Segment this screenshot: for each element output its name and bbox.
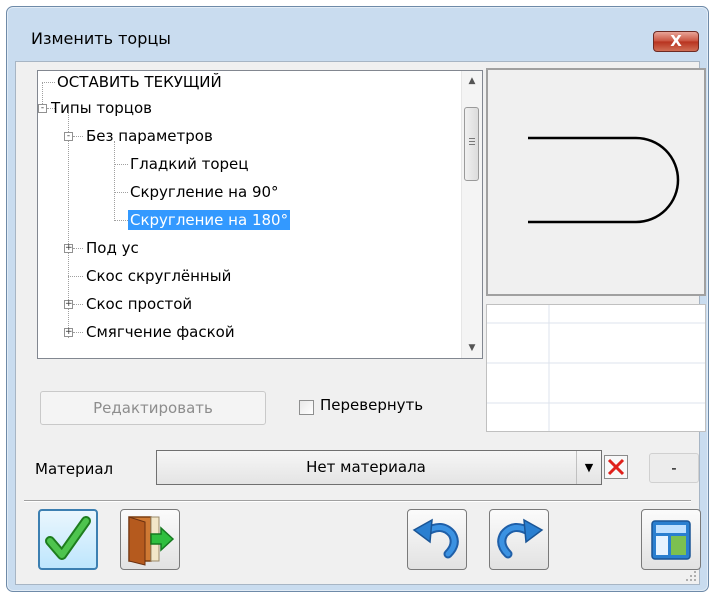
end-profile-preview	[486, 68, 706, 296]
tree-item-label: Без параметров	[86, 127, 213, 145]
dropdown-arrow-icon[interactable]: ▼	[576, 451, 601, 484]
exit-door-icon	[128, 516, 175, 566]
tree-item-label: Скос скруглённый	[86, 267, 232, 285]
material-label: Материал	[35, 460, 114, 478]
flip-checkbox[interactable]	[299, 400, 314, 415]
tree-connector	[114, 192, 128, 193]
material-preview-grid	[486, 304, 706, 432]
tree-connector	[73, 304, 83, 305]
red-x-icon	[607, 458, 625, 476]
tree-item-label: ОСТАВИТЬ ТЕКУЩИЙ	[57, 73, 222, 91]
tree-connector	[73, 332, 83, 333]
expand-icon[interactable]: +	[64, 300, 73, 309]
grip-line	[469, 138, 475, 139]
tree-item-smooth-end[interactable]: Гладкий торец	[130, 153, 249, 175]
tree-item-round-180[interactable]: Скругление на 180°	[128, 209, 291, 231]
tree-connector	[114, 164, 128, 165]
material-value: Нет материала	[306, 458, 426, 476]
tree-connector	[73, 248, 83, 249]
tree-connector	[114, 141, 115, 221]
expand-icon[interactable]: +	[64, 328, 73, 337]
material-extra-button[interactable]: -	[649, 453, 699, 483]
layout-button[interactable]	[641, 509, 701, 570]
tree-item-label: Скругление на 90°	[130, 183, 279, 201]
undo-button[interactable]	[407, 509, 467, 570]
grip-line	[469, 141, 475, 142]
close-icon: X	[670, 32, 682, 50]
exit-button[interactable]	[120, 509, 180, 570]
scroll-up-icon[interactable]: ▲	[462, 71, 482, 91]
separator	[24, 500, 691, 502]
expand-icon[interactable]: +	[64, 244, 73, 253]
tree-connector	[68, 276, 83, 277]
end-types-tree[interactable]: - - + + + ОСТАВИТЬ ТЕКУЩИЙ Типы торцов Б…	[37, 70, 483, 359]
tree-item-simple-bevel[interactable]: Скос простой	[86, 293, 192, 315]
scroll-down-icon[interactable]: ▼	[462, 338, 482, 358]
tree-item-round-90[interactable]: Скругление на 90°	[130, 181, 279, 203]
dialog-body: - - + + + ОСТАВИТЬ ТЕКУЩИЙ Типы торцов Б…	[15, 61, 706, 585]
tree-item-end-types[interactable]: Типы торцов	[51, 97, 152, 119]
material-select[interactable]: Нет материала ▼	[156, 450, 602, 485]
tree-item-round-bevel[interactable]: Скос скруглённый	[86, 265, 231, 287]
clear-material-button[interactable]	[604, 455, 628, 479]
tree-connector	[42, 82, 55, 83]
tree-item-keep-current[interactable]: ОСТАВИТЬ ТЕКУЩИЙ	[57, 71, 222, 93]
tree-item-label: Смягчение фаской	[86, 323, 235, 341]
tree-item-label: Гладкий торец	[130, 155, 249, 173]
tree-connector	[73, 136, 83, 137]
tree-item-label: Скругление на 180°	[128, 210, 291, 230]
title-bar[interactable]: Изменить торцы X	[7, 7, 708, 61]
collapse-icon[interactable]: -	[38, 104, 47, 113]
flip-checkbox-label[interactable]: Перевернуть	[320, 396, 423, 414]
grip-line	[469, 144, 475, 145]
edit-button[interactable]: Редактировать	[40, 391, 266, 425]
undo-icon	[412, 518, 459, 559]
ok-button[interactable]	[38, 509, 98, 570]
tree-item-chamfer-soften[interactable]: Смягчение фаской	[86, 321, 235, 343]
ok-check-icon	[45, 516, 91, 560]
layout-icon	[651, 520, 691, 560]
scroll-thumb[interactable]	[464, 107, 479, 181]
tree-item-label: Под ус	[86, 239, 139, 257]
grid-lines	[487, 305, 705, 431]
rounded-end-shape	[528, 136, 680, 224]
redo-icon	[497, 518, 544, 559]
tree-connector	[114, 220, 128, 221]
tree-item-miter[interactable]: Под ус	[86, 237, 139, 259]
resize-grip-icon[interactable]	[685, 570, 697, 582]
dialog-window: Изменить торцы X - - + + + ОСТАВИТЬ ТЕКУ…	[6, 6, 709, 592]
collapse-icon[interactable]: -	[64, 132, 73, 141]
redo-button[interactable]	[489, 509, 549, 570]
tree-scrollbar[interactable]: ▲ ▼	[461, 71, 482, 358]
close-button[interactable]: X	[653, 31, 699, 52]
tree-item-label: Скос простой	[86, 295, 193, 313]
tree-item-label: Типы торцов	[51, 99, 152, 117]
tree-item-no-params[interactable]: Без параметров	[86, 125, 213, 147]
window-title: Изменить торцы	[31, 29, 171, 48]
